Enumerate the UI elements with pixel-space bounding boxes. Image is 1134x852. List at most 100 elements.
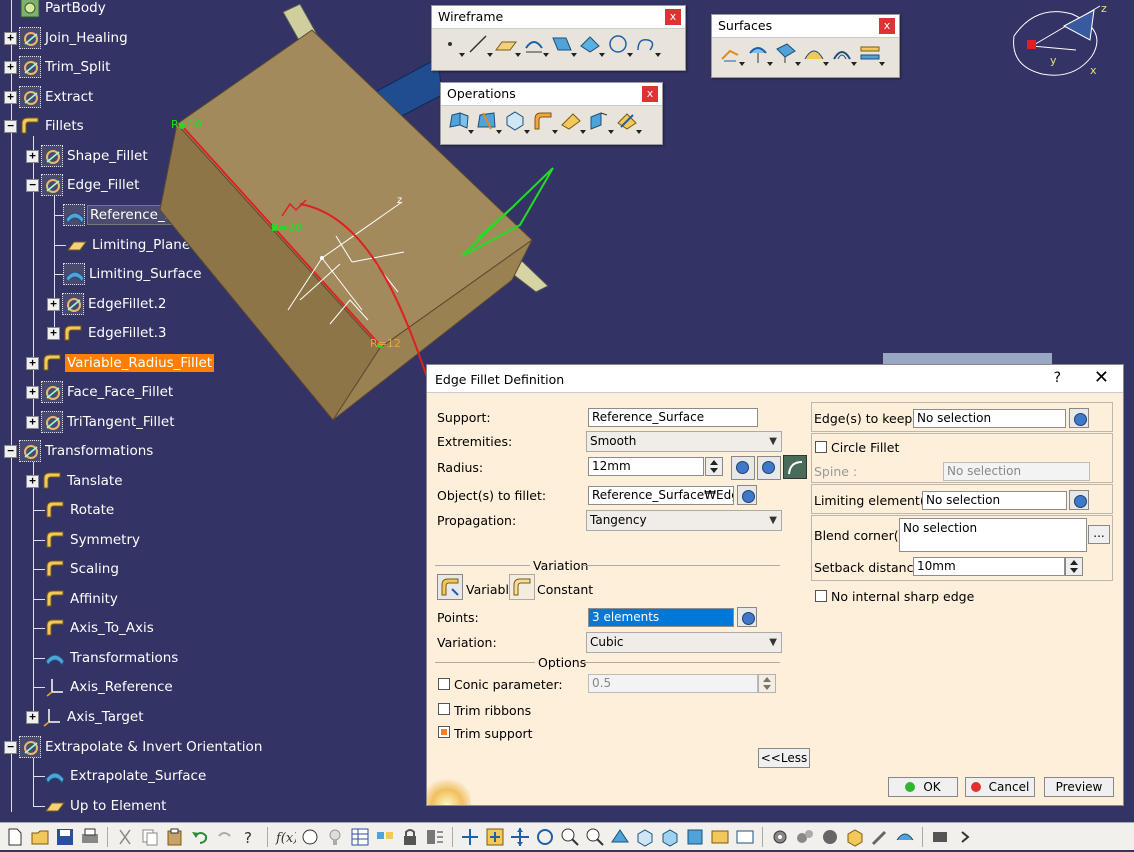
expand-icon[interactable]: +: [26, 474, 39, 488]
part-icon[interactable]: [844, 826, 866, 848]
circle-icon[interactable]: [606, 32, 633, 57]
limiting-element-field[interactable]: No selection: [922, 491, 1067, 510]
tree-node-transformations-surface[interactable]: Transformations: [44, 645, 180, 671]
sweep-icon[interactable]: [802, 41, 829, 66]
edges-to-keep-field[interactable]: No selection: [913, 409, 1066, 428]
tree-node-trim-split[interactable]: + Trim_Split: [4, 54, 112, 80]
close-icon[interactable]: x: [665, 9, 681, 25]
undo-icon[interactable]: [189, 826, 211, 848]
expand-icon[interactable]: +: [26, 356, 39, 370]
tree-node-extract[interactable]: + Extract: [4, 84, 95, 110]
copy-icon[interactable]: [139, 826, 161, 848]
tree-node-tritangent-fillet[interactable]: + TriTangent_Fillet: [26, 409, 177, 435]
preview-button[interactable]: Preview: [1044, 777, 1114, 797]
rotate-view-icon[interactable]: [534, 826, 556, 848]
collapse-icon[interactable]: −: [4, 740, 17, 754]
knowledge-icon[interactable]: [299, 826, 321, 848]
tree-node-extrapolate-invert[interactable]: − Extrapolate & Invert Orientation: [4, 734, 264, 760]
close-icon[interactable]: x: [879, 18, 895, 34]
tree-node-up-to-element[interactable]: Up to Element: [44, 793, 168, 819]
variable-mode-button[interactable]: [437, 574, 463, 600]
multi-view-icon[interactable]: [634, 826, 656, 848]
iso-view-icon[interactable]: [659, 826, 681, 848]
tools-icon[interactable]: [869, 826, 891, 848]
shape-fillet-icon[interactable]: [531, 109, 558, 134]
conic-spinner[interactable]: [758, 674, 776, 693]
new-icon[interactable]: [4, 826, 26, 848]
chordal-length-icon[interactable]: [757, 456, 781, 480]
plane-tool-icon[interactable]: [494, 32, 521, 57]
wireframe-toolbar[interactable]: Wireframe x: [431, 5, 686, 71]
conic-section-icon[interactable]: [783, 455, 807, 479]
point-icon[interactable]: [438, 32, 465, 57]
compass-icon[interactable]: z y x: [1004, 0, 1134, 82]
conic-parameter-field[interactable]: 0.5: [588, 674, 758, 693]
objects-to-fillet-field[interactable]: Reference_Surface₩Edge.1: [588, 486, 734, 505]
radius-law-icon[interactable]: [731, 456, 755, 480]
setback-distance-field[interactable]: 10mm: [913, 557, 1065, 576]
points-field[interactable]: 3 elements: [588, 608, 734, 627]
fill-icon[interactable]: [830, 41, 857, 66]
trim-ribbons-checkbox[interactable]: [438, 703, 450, 715]
tree-node-symmetry[interactable]: Symmetry: [44, 527, 142, 553]
table-icon[interactable]: [349, 826, 371, 848]
formula-icon[interactable]: f(x): [274, 826, 298, 848]
settings-gear-icon[interactable]: [769, 826, 791, 848]
blend-corners-more-button[interactable]: ...: [1088, 525, 1110, 544]
circle-fillet-checkbox[interactable]: [815, 441, 827, 453]
fit-all-icon[interactable]: [484, 826, 506, 848]
intersection-icon[interactable]: [550, 32, 577, 57]
tree-node-fillets[interactable]: − Fillets: [4, 113, 86, 139]
tree-node-extrapolate-surface[interactable]: Extrapolate_Surface: [44, 763, 208, 789]
limiting-element-selector-icon[interactable]: [1069, 490, 1089, 510]
tree-node-axis-to-axis[interactable]: Axis_To_Axis: [44, 615, 156, 641]
help-icon[interactable]: ?: [1054, 370, 1061, 386]
save-icon[interactable]: [54, 826, 76, 848]
tree-node-edge-fillet[interactable]: − Edge_Fillet: [26, 172, 141, 198]
boundary-icon[interactable]: [503, 109, 530, 134]
collapse-icon[interactable]: −: [4, 119, 17, 133]
record-icon[interactable]: [929, 826, 951, 848]
whats-this-icon[interactable]: ?: [239, 826, 261, 848]
fly-mode-icon[interactable]: [459, 826, 481, 848]
expand-icon[interactable]: +: [4, 60, 17, 74]
conic-parameter-checkbox[interactable]: [438, 678, 450, 690]
variation-select[interactable]: Cubic ▼: [586, 632, 782, 653]
close-icon[interactable]: x: [642, 86, 658, 102]
zoom-in-icon[interactable]: [559, 826, 581, 848]
expand-icon[interactable]: +: [26, 710, 39, 724]
tree-node-face-face-fillet[interactable]: + Face_Face_Fillet: [26, 379, 175, 405]
more-icon[interactable]: [954, 826, 976, 848]
tree-node-partbody[interactable]: PartBody: [4, 0, 108, 21]
join-icon[interactable]: [447, 109, 474, 134]
pan-icon[interactable]: [509, 826, 531, 848]
translate-icon[interactable]: [559, 109, 586, 134]
constant-mode-button[interactable]: [509, 574, 535, 600]
tree-node-affinity[interactable]: Affinity: [44, 586, 120, 612]
open-icon[interactable]: [29, 826, 51, 848]
spine-field[interactable]: No selection: [943, 462, 1090, 481]
tree-node-rotate[interactable]: Rotate: [44, 497, 116, 523]
expand-icon[interactable]: +: [4, 90, 17, 104]
extremities-select[interactable]: Smooth ▼: [586, 431, 782, 452]
expand-icon[interactable]: +: [26, 415, 39, 429]
expand-icon[interactable]: +: [47, 326, 60, 340]
less-button[interactable]: <<Less: [758, 748, 810, 768]
collapse-icon[interactable]: −: [4, 444, 17, 458]
blend-icon[interactable]: [858, 41, 885, 66]
extrapolate-icon[interactable]: [587, 109, 614, 134]
ok-button[interactable]: OK: [888, 777, 958, 797]
dialog-title-bar[interactable]: Edge Fillet Definition ? ✕: [427, 365, 1123, 393]
swap-visible-icon[interactable]: [734, 826, 756, 848]
expand-icon[interactable]: +: [4, 31, 17, 45]
tree-node-axis-target[interactable]: + Axis_Target: [26, 704, 146, 730]
split-icon[interactable]: [475, 109, 502, 134]
workbench-icon[interactable]: [894, 826, 916, 848]
lock-icon[interactable]: [399, 826, 421, 848]
support-field[interactable]: Reference_Surface: [588, 408, 758, 427]
axis-to-axis-icon[interactable]: [615, 109, 642, 134]
gears-icon[interactable]: [794, 826, 816, 848]
edges-to-keep-selector-icon[interactable]: [1069, 408, 1089, 428]
propagation-select[interactable]: Tangency ▼: [586, 510, 782, 531]
tree-node-axis-reference[interactable]: Axis_Reference: [44, 674, 175, 700]
